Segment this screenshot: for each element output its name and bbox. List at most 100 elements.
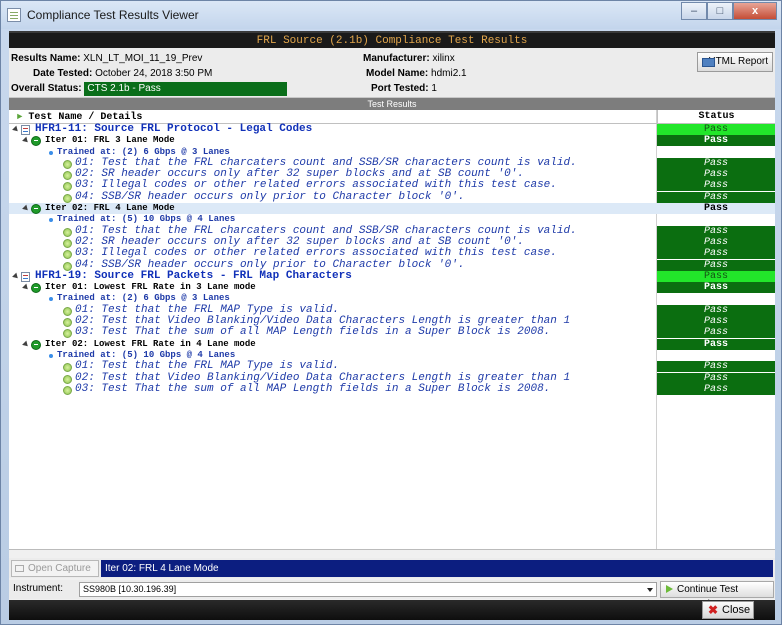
- expand-arrow-icon[interactable]: [22, 204, 30, 213]
- instrument-select[interactable]: SS980B [10.30.196.39]: [79, 582, 657, 597]
- html-report-button[interactable]: HTML Report: [697, 52, 773, 72]
- iteration-row[interactable]: Iter 02: FRL 4 Lane Mode Pass: [9, 203, 775, 215]
- app-window: Compliance Test Results Viewer – □ x FRL…: [0, 0, 782, 625]
- row-label: 01: Test that the FRL MAP Type is valid.: [75, 360, 340, 373]
- row-label: 03: Test That the sum of all MAP Length …: [75, 326, 551, 339]
- status-badge: Pass: [657, 180, 775, 192]
- iteration-icon: [31, 283, 41, 294]
- col-status-header[interactable]: Status: [657, 110, 775, 124]
- expand-arrow-icon[interactable]: [12, 125, 20, 134]
- test-case-row[interactable]: 03: Test That the sum of all MAP Length …: [9, 382, 775, 395]
- port-value: 1: [431, 83, 437, 94]
- minimize-button[interactable]: –: [681, 2, 707, 20]
- instrument-label: Instrument:: [13, 583, 64, 594]
- row-label: Iter 01: FRL 3 Lane Mode: [45, 135, 175, 146]
- close-window-button[interactable]: x: [733, 2, 777, 20]
- maximize-button[interactable]: □: [707, 2, 733, 20]
- expand-arrow-icon[interactable]: [22, 136, 30, 145]
- pass-circle-icon: [63, 193, 72, 203]
- open-capture-button[interactable]: Open Capture: [11, 560, 99, 577]
- bullet-icon: [49, 218, 53, 223]
- status-badge: Pass: [657, 236, 775, 248]
- date-row: Date Tested: October 24, 2018 3:50 PM: [33, 67, 212, 81]
- results-name-row: Results Name: XLN_LT_MOI_11_19_Prev: [11, 52, 202, 66]
- window-controls: – □ x: [681, 2, 777, 20]
- current-item-field: Iter 02: FRL 4 Lane Mode: [101, 560, 773, 577]
- play-icon: [666, 585, 673, 593]
- row-label: 03: Test That the sum of all MAP Length …: [75, 382, 551, 395]
- bullet-icon: [49, 353, 53, 358]
- pass-circle-icon: [63, 306, 72, 316]
- banner-title: FRL Source (2.1b) Compliance Test Result…: [9, 31, 775, 48]
- expand-arrow-icon[interactable]: [22, 340, 30, 349]
- pass-circle-icon: [63, 363, 72, 373]
- pass-circle-icon: [63, 385, 72, 395]
- model-row: Model Name: hdmi2.1: [366, 67, 467, 81]
- status-badge: Pass: [657, 135, 775, 147]
- row-label: 03: Illegal codes or other related error…: [75, 247, 557, 260]
- model-label: Model Name:: [366, 68, 429, 79]
- port-row: Port Tested: 1: [371, 82, 437, 96]
- status-badge: Pass: [657, 157, 775, 169]
- status-badge: Pass: [657, 169, 775, 181]
- iteration-row[interactable]: Iter 01: Lowest FRL Rate in 3 Lane mode P…: [9, 282, 775, 294]
- test-case-row[interactable]: 03: Test That the sum of all MAP Length …: [9, 326, 775, 339]
- pass-circle-icon: [63, 329, 72, 339]
- title-bar[interactable]: Compliance Test Results Viewer – □ x: [1, 1, 781, 29]
- results-name-value: XLN_LT_MOI_11_19_Prev: [83, 53, 203, 64]
- expand-arrow-icon[interactable]: [22, 283, 30, 292]
- row-label: 04: SSB/SR header occurs only prior to C…: [75, 190, 465, 203]
- chevron-down-icon[interactable]: [647, 588, 653, 592]
- table-header: ► Test Name / Details Status: [9, 110, 775, 124]
- pass-circle-icon: [63, 238, 72, 248]
- close-icon: ✖: [708, 603, 719, 617]
- status-badge: Pass: [657, 225, 775, 237]
- test-list-icon: [21, 271, 30, 282]
- app-icon: [7, 8, 21, 22]
- row-label: Trained at: (5) 10 Gbps @ 4 Lanes: [57, 214, 236, 225]
- test-list-icon: [21, 125, 30, 135]
- test-group-row[interactable]: HFR1-11: Source FRL Protocol - Legal Cod…: [9, 123, 775, 135]
- status-badge: Pass: [657, 316, 775, 328]
- manufacturer-label: Manufacturer:: [363, 53, 430, 64]
- iteration-row[interactable]: Iter 01: FRL 3 Lane Mode Pass: [9, 135, 775, 147]
- iteration-icon: [31, 136, 41, 147]
- status-badge: Pass: [657, 282, 775, 294]
- table-body: HFR1-11: Source FRL Protocol - Legal Cod…: [9, 123, 775, 395]
- iteration-row[interactable]: Iter 02: Lowest FRL Rate in 4 Lane mode P…: [9, 338, 775, 350]
- test-case-row[interactable]: 04: SSB/SR header occurs only prior to C…: [9, 190, 775, 203]
- expand-arrow-icon[interactable]: [12, 272, 20, 281]
- overall-label: Overall Status:: [11, 83, 82, 94]
- capture-icon: [15, 565, 24, 572]
- date-label: Date Tested:: [33, 68, 93, 79]
- pass-circle-icon: [63, 182, 72, 192]
- continue-test-button[interactable]: Continue Test Execution: [660, 581, 774, 610]
- test-case-row[interactable]: 03: Illegal codes or other related error…: [9, 247, 775, 260]
- col-name-label: Test Name / Details: [28, 112, 143, 123]
- instrument-value: SS980B [10.30.196.39]: [83, 584, 177, 594]
- detail-row[interactable]: Trained at: (5) 10 Gbps @ 4 Lanes: [9, 214, 775, 225]
- results-header: Test Results: [9, 98, 775, 110]
- close-button[interactable]: ✖ Close: [702, 601, 754, 619]
- status-badge: Pass: [657, 191, 775, 203]
- row-label: HFR1-19: Source FRL Packets - FRL Map Ch…: [35, 269, 352, 282]
- overall-row: Overall Status: CTS 2.1b - Pass: [11, 82, 288, 96]
- close-label: Close: [722, 604, 751, 616]
- bullet-icon: [49, 150, 53, 155]
- date-value: October 24, 2018 3:50 PM: [95, 68, 213, 79]
- overall-status-badge: CTS 2.1b - Pass: [84, 82, 288, 96]
- row-label: Iter 02: Lowest FRL Rate in 4 Lane mode: [45, 338, 256, 349]
- row-label: Iter 02: FRL 4 Lane Mode: [45, 203, 175, 214]
- status-badge: Pass: [657, 259, 775, 271]
- port-label: Port Tested:: [371, 83, 429, 94]
- instrument-bar: Instrument: SS980B [10.30.196.39] Contin…: [9, 580, 775, 610]
- results-tree[interactable]: ► Test Name / Details Status HFR1-11: Sou…: [9, 110, 775, 550]
- status-badge: Pass: [657, 270, 775, 282]
- test-group-row[interactable]: HFR1-19: Source FRL Packets - FRL Map Ch…: [9, 269, 775, 282]
- test-case-row[interactable]: 01: Test that the FRL MAP Type is valid.…: [9, 360, 775, 373]
- open-capture-label: Open Capture: [28, 563, 91, 574]
- pass-circle-icon: [63, 171, 72, 181]
- model-value: hdmi2.1: [431, 68, 467, 79]
- row-label: HFR1-11: Source FRL Protocol - Legal Cod…: [35, 123, 313, 135]
- report-icon: [702, 58, 715, 67]
